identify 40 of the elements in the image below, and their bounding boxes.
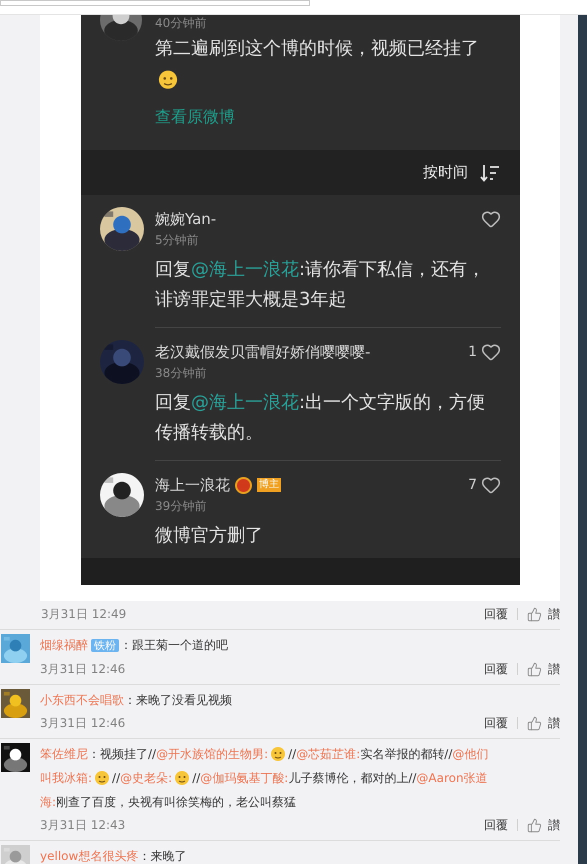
reply-link[interactable]: 回覆 — [484, 714, 508, 732]
comment-text: 第二遍刷到这个博的时候，视频已经挂了 — [155, 33, 490, 97]
comment-text: 笨佐维尼：视频挂了//@开水族馆的生物男: //@芯茹芷谁:实名举报的都转//@他们叫我冰箱: //@史老朵: //@伽玛氨基丁酸:儿子蔡博伦，都对的上//@Aaron张道海:刚查了百度，央视有叫徐笑梅的，老公叫蔡猛 — [40, 742, 500, 814]
reply-link[interactable]: 回覆 — [484, 816, 508, 834]
comment-date: 3月31日 12:46 — [40, 715, 126, 732]
thumbs-up-icon[interactable] — [527, 818, 542, 832]
heart-icon[interactable] — [481, 209, 501, 229]
comment-time: 39分钟前 — [155, 498, 208, 515]
thumbs-up-icon[interactable] — [527, 662, 542, 676]
like-link[interactable]: 讃 — [548, 660, 560, 678]
comment-time: 38分钟前 — [155, 365, 208, 382]
comment-date: 3月31日 12:49 — [41, 606, 126, 623]
comment-text: 回复@海上一浪花:请你看下私信，还有，诽谤罪定罪大概是3年起 — [155, 258, 486, 312]
sort-by-time-button[interactable]: 按时间 — [423, 161, 468, 184]
user-name[interactable]: 海上一浪花 — [155, 474, 230, 496]
reply-link[interactable]: 回覆 — [484, 660, 508, 678]
comment-text: 微博官方删了 — [155, 524, 264, 548]
user-name[interactable]: 老汉戴假发贝雷帽好娇俏嘤嘤嘤- — [155, 340, 370, 364]
comment-date: 3月31日 12:46 — [40, 661, 126, 678]
heart-icon[interactable] — [481, 475, 501, 495]
comment-text: yellow想名很头疼：来晚了 — [40, 848, 188, 864]
comment-date: 3月31日 12:43 — [40, 817, 126, 834]
like-link[interactable]: 讃 — [548, 816, 560, 834]
comment-text: 回复@海上一浪花:出一个文字版的，方便传播转载的。 — [155, 391, 486, 445]
thumbs-up-icon[interactable] — [527, 716, 542, 730]
like-link[interactable]: 讃 — [548, 714, 560, 732]
user-badge: 博主 — [257, 478, 281, 492]
comment-time: 40分钟前 — [155, 15, 208, 31]
like-count: 1 — [468, 342, 477, 362]
thumbs-up-icon[interactable] — [527, 606, 542, 622]
comment-text: 烟缐祸醉 铁粉 ：跟王菊一个道的吧 — [40, 637, 229, 654]
view-original-link[interactable]: 查看原微博 — [155, 105, 490, 129]
heart-icon[interactable] — [481, 342, 501, 362]
like-link[interactable]: 讃 — [548, 605, 560, 623]
like-count: 7 — [468, 476, 477, 494]
user-name[interactable]: 婉婉Yan- — [155, 208, 216, 230]
reply-link[interactable]: 回覆 — [484, 605, 508, 623]
sort-icon — [480, 164, 500, 182]
comment-time: 5分钟前 — [155, 232, 200, 249]
comment-text: 小东西不会唱歌：来晚了没看见视频 — [40, 692, 233, 709]
